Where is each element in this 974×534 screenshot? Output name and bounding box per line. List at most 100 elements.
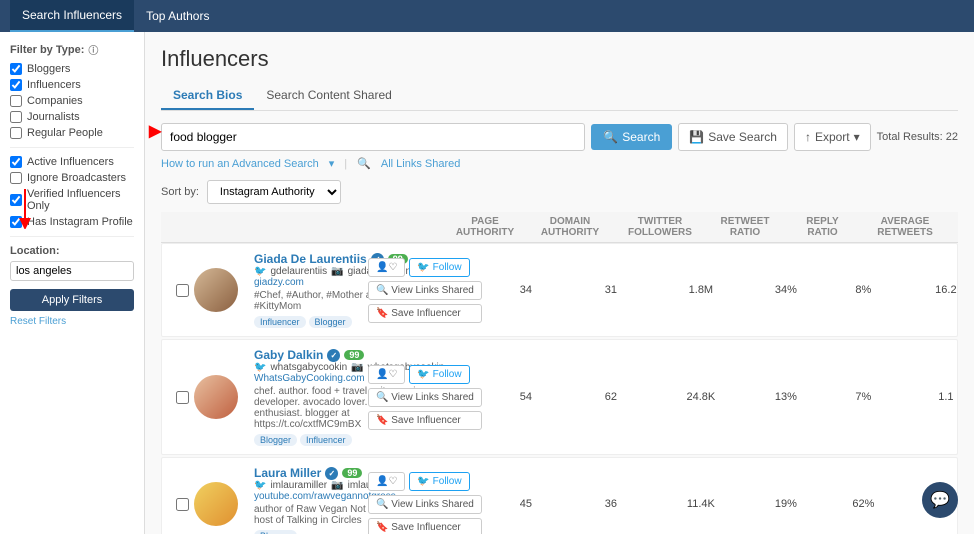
twitter-icon: 🐦 bbox=[254, 362, 266, 373]
filter-journalists[interactable]: Journalists bbox=[10, 111, 134, 123]
filter-regular-people[interactable]: Regular People bbox=[10, 127, 134, 139]
journalists-checkbox[interactable] bbox=[10, 111, 22, 123]
table-row: Gaby Dalkin ✓ 99 🐦 whatsgabycookin 📷 wha… bbox=[161, 339, 958, 455]
row-checkbox-cell bbox=[170, 284, 194, 297]
reply-ratio-value: 8% bbox=[826, 284, 901, 296]
avatar bbox=[194, 375, 238, 419]
like-button[interactable]: 👤♡ bbox=[368, 472, 405, 491]
filter-ignore-broadcasters[interactable]: Ignore Broadcasters bbox=[10, 172, 134, 184]
domain-authority-value: 31 bbox=[566, 284, 656, 296]
col-avg-retweets: AVERAGERETWEETS bbox=[860, 216, 950, 238]
view-links-button[interactable]: 🔍 View Links Shared bbox=[368, 495, 482, 514]
follow-button[interactable]: 🐦 Follow bbox=[409, 472, 469, 491]
main-content: Influencers Search Bios Search Content S… bbox=[145, 32, 974, 534]
row-select-checkbox[interactable] bbox=[176, 284, 189, 297]
filter-bloggers[interactable]: Bloggers bbox=[10, 63, 134, 75]
search-icon: 🔍 bbox=[603, 130, 618, 144]
export-button[interactable]: ↑ Export ▾ bbox=[794, 123, 871, 151]
location-label: Location: bbox=[10, 245, 134, 257]
score-badge: 99 bbox=[344, 350, 364, 360]
tag: Blogger bbox=[254, 434, 297, 446]
twitter-handle: gdelaurentiis bbox=[270, 266, 327, 277]
top-nav: Search Influencers Top Authors bbox=[0, 0, 974, 32]
chat-bubble[interactable]: 💬 bbox=[922, 482, 958, 518]
save-influencer-button[interactable]: 🔖 Save Influencer bbox=[368, 518, 482, 534]
follow-row: 👤♡ 🐦 Follow bbox=[368, 365, 482, 384]
page-authority-value: 54 bbox=[486, 391, 566, 403]
sort-label: Sort by: bbox=[161, 186, 199, 198]
search-input-wrap: ▶ bbox=[161, 123, 585, 151]
avg-retweets-value: 1.1 bbox=[901, 391, 974, 403]
actions-cell: 👤♡ 🐦 Follow 🔍 View Links Shared 🔖 Save I… bbox=[364, 365, 486, 430]
tag: Blogger bbox=[309, 316, 352, 328]
tab-search-bios[interactable]: Search Bios bbox=[161, 82, 254, 110]
companies-checkbox[interactable] bbox=[10, 95, 22, 107]
sort-dropdown[interactable]: Instagram Authority bbox=[207, 180, 341, 204]
twitter-handle: whatsgabycookin bbox=[270, 362, 347, 373]
nav-search-influencers[interactable]: Search Influencers bbox=[10, 0, 134, 32]
filter-active-influencers[interactable]: Active Influencers bbox=[10, 156, 134, 168]
tags-row: BloggerInfluencer bbox=[254, 432, 444, 446]
location-input[interactable] bbox=[10, 261, 134, 281]
save-influencer-button[interactable]: 🔖 Save Influencer bbox=[368, 411, 482, 430]
influencers-checkbox[interactable] bbox=[10, 79, 22, 91]
sidebar: Filter by Type: ⓘ Bloggers Influencers C… bbox=[0, 32, 145, 534]
instagram-icon: 📷 bbox=[351, 362, 363, 373]
export-icon: ↑ bbox=[805, 130, 811, 144]
avatar bbox=[194, 482, 238, 526]
col-retweet-ratio: RETWEETRATIO bbox=[705, 216, 785, 238]
instagram-icon: 📷 bbox=[331, 266, 343, 277]
avatar bbox=[194, 268, 238, 312]
nav-top-authors[interactable]: Top Authors bbox=[134, 0, 221, 32]
annotation-arrow-2: ▶ bbox=[149, 121, 161, 141]
bloggers-checkbox[interactable] bbox=[10, 63, 22, 75]
col-page-authority: PAGEAUTHORITY bbox=[445, 216, 525, 238]
follow-button[interactable]: 🐦 Follow bbox=[409, 258, 469, 277]
view-links-button[interactable]: 🔍 View Links Shared bbox=[368, 281, 482, 300]
filter-companies[interactable]: Companies bbox=[10, 95, 134, 107]
apply-filters-button[interactable]: Apply Filters bbox=[10, 289, 134, 311]
save-search-button[interactable]: 💾 Save Search bbox=[678, 123, 788, 151]
regular-people-checkbox[interactable] bbox=[10, 127, 22, 139]
view-links-button[interactable]: 🔍 View Links Shared bbox=[368, 388, 482, 407]
domain-authority-value: 36 bbox=[566, 498, 656, 510]
like-button[interactable]: 👤♡ bbox=[368, 258, 405, 277]
ignore-broadcasters-checkbox[interactable] bbox=[10, 172, 22, 184]
influencer-list: Giada De Laurentiis ✓ 99 🐦 gdelaurentiis… bbox=[161, 243, 958, 534]
search-button[interactable]: 🔍 Search bbox=[591, 124, 672, 150]
info-icon: ⓘ bbox=[88, 42, 98, 57]
retweet-ratio-value: 13% bbox=[746, 391, 826, 403]
reset-filters-link[interactable]: Reset Filters bbox=[10, 316, 134, 327]
influencer-name: Gaby Dalkin ✓ 99 bbox=[254, 348, 444, 362]
annotation-arrow-1 bbox=[10, 189, 40, 229]
advanced-search-link[interactable]: How to run an Advanced Search bbox=[161, 158, 319, 170]
all-links-link[interactable]: All Links Shared bbox=[381, 158, 461, 170]
search-input[interactable] bbox=[161, 123, 585, 151]
row-checkbox-cell bbox=[170, 498, 194, 511]
reply-ratio-value: 62% bbox=[826, 498, 901, 510]
row-select-checkbox[interactable] bbox=[176, 391, 189, 404]
search-icon-small: 🔍 bbox=[357, 157, 371, 170]
row-select-checkbox[interactable] bbox=[176, 498, 189, 511]
actions-cell: 👤♡ 🐦 Follow 🔍 View Links Shared 🔖 Save I… bbox=[364, 258, 486, 323]
twitter-followers-value: 11.4K bbox=[656, 498, 746, 510]
twitter-handle: imlauramiller bbox=[270, 480, 327, 491]
save-influencer-button[interactable]: 🔖 Save Influencer bbox=[368, 304, 482, 323]
save-icon: 💾 bbox=[689, 130, 704, 144]
like-button[interactable]: 👤♡ bbox=[368, 365, 405, 384]
active-influencers-checkbox[interactable] bbox=[10, 156, 22, 168]
tag: Influencer bbox=[254, 316, 306, 328]
tab-search-content[interactable]: Search Content Shared bbox=[254, 82, 403, 110]
twitter-icon: 🐦 bbox=[254, 266, 266, 277]
col-domain-authority: DOMAINAUTHORITY bbox=[525, 216, 615, 238]
score-badge: 99 bbox=[342, 468, 362, 478]
filter-influencers[interactable]: Influencers bbox=[10, 79, 134, 91]
table-header: PAGEAUTHORITY DOMAINAUTHORITY TWITTERFOL… bbox=[161, 212, 958, 243]
search-tabs: Search Bios Search Content Shared bbox=[161, 82, 958, 111]
actions-cell: 👤♡ 🐦 Follow 🔍 View Links Shared 🔖 Save I… bbox=[364, 472, 486, 534]
domain-authority-value: 62 bbox=[566, 391, 656, 403]
filter-by-type-label: Filter by Type: ⓘ bbox=[10, 42, 134, 57]
advanced-row: How to run an Advanced Search ▾ | 🔍 All … bbox=[161, 157, 958, 170]
follow-button[interactable]: 🐦 Follow bbox=[409, 365, 469, 384]
page-title: Influencers bbox=[161, 46, 958, 72]
